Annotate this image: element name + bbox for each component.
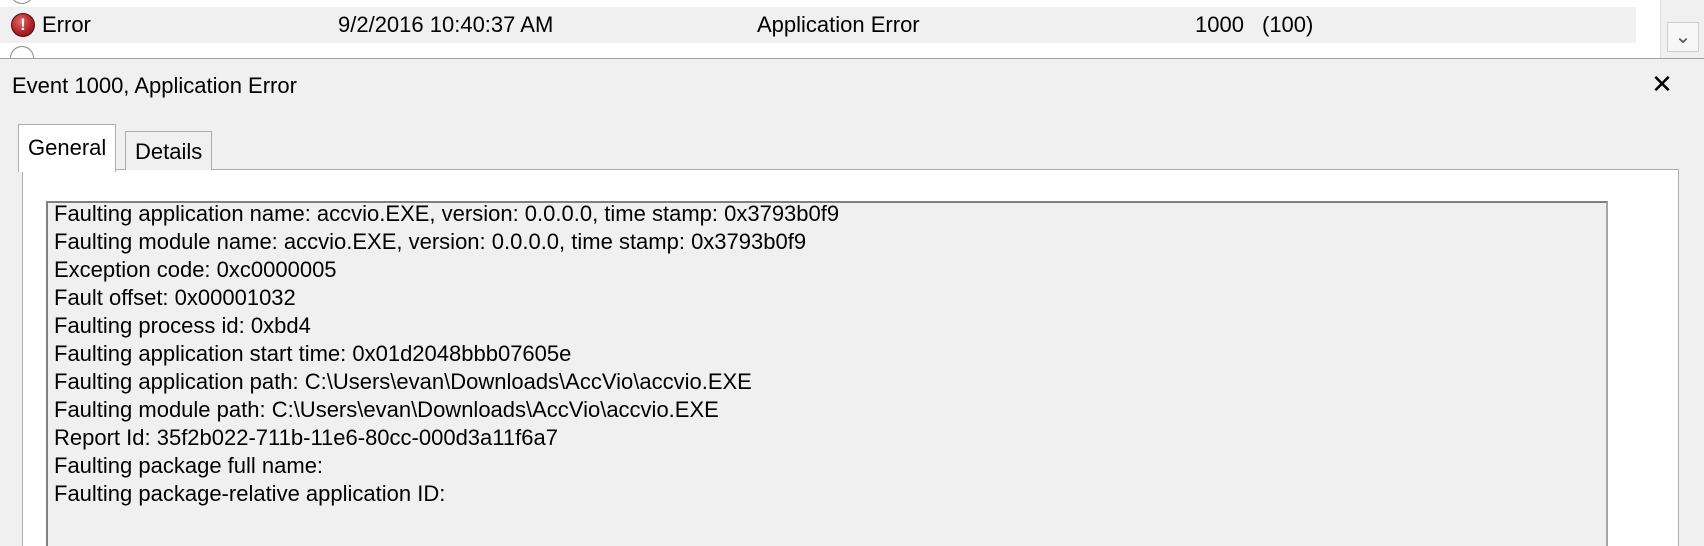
event-description-textbox[interactable]: Faulting application name: accvio.EXE, v… — [46, 201, 1608, 546]
event-level: Error — [42, 12, 91, 37]
partial-row-icon-top — [10, 0, 34, 4]
event-task-category: (100) — [1262, 12, 1314, 37]
event-source: Application Error — [757, 12, 920, 37]
description-line: Faulting package full name: — [54, 453, 324, 478]
event-date-time: 9/2/2016 10:40:37 AM — [338, 12, 554, 37]
tab-details-label: Details — [135, 139, 203, 164]
close-icon[interactable]: ✕ — [1648, 70, 1676, 98]
chevron-down-icon[interactable]: ⌄ — [1667, 22, 1699, 52]
description-line: Faulting application start time: 0x01d20… — [54, 341, 572, 366]
error-icon: ! — [11, 13, 35, 37]
description-line: Faulting module path: C:\Users\evan\Down… — [54, 397, 719, 422]
description-line: Report Id: 35f2b022-711b-11e6-80cc-000d3… — [54, 425, 558, 450]
event-list-row-selected[interactable]: ! Error 9/2/2016 10:40:37 AM Application… — [0, 7, 1636, 43]
description-line: Faulting package-relative application ID… — [54, 481, 446, 506]
tab-general[interactable]: General — [18, 124, 117, 172]
description-line: Faulting application path: C:\Users\evan… — [54, 369, 752, 394]
tab-general-label: General — [28, 135, 107, 160]
description-line: Faulting process id: 0xbd4 — [54, 313, 311, 338]
details-pane-header: Event 1000, Application Error ✕ — [0, 62, 1704, 110]
details-pane-title: Event 1000, Application Error — [12, 73, 297, 98]
description-line: Exception code: 0xc0000005 — [54, 257, 337, 282]
partial-row-icon-bottom — [10, 46, 34, 58]
description-line: Fault offset: 0x00001032 — [54, 285, 296, 310]
tab-details[interactable]: Details — [125, 131, 213, 170]
event-list-scrollbar[interactable]: ⌄ — [1660, 0, 1704, 58]
description-line: Faulting application name: accvio.EXE, v… — [54, 201, 840, 226]
event-list: ! Error 9/2/2016 10:40:37 AM Application… — [0, 0, 1704, 59]
event-id: 1000 — [1195, 12, 1244, 37]
description-line: Faulting module name: accvio.EXE, versio… — [54, 229, 807, 254]
